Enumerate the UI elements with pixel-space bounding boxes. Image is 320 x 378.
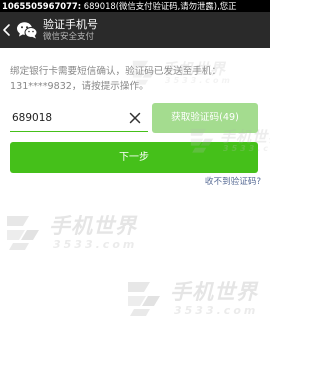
page-subtitle: 微信安全支付 [43,32,95,42]
watermark-subtext: 3533.com [165,76,233,85]
watermark-subtext: 3533.com [223,144,270,153]
watermark-logo-icon [190,128,214,153]
watermark-logo-icon [128,282,160,316]
clear-input-icon[interactable] [129,112,141,124]
watermark-subtext: 3533.com [53,238,138,251]
watermark-text: 手机世界 [49,214,137,238]
sms-message: 689018(微信支付验证码,请勿泄露),您正 [81,1,237,11]
sms-notification-bar[interactable]: 1065505967077: 689018(微信支付验证码,请勿泄露),您正 [0,0,270,12]
watermark-text: 手机世界 [170,280,258,304]
verification-code-field [10,104,148,132]
no-code-link[interactable]: 收不到验证码? [205,177,261,188]
watermark-subtext: 3533.com [174,304,259,317]
watermark-logo-icon [132,60,156,85]
next-step-button[interactable]: 下一步 [10,142,258,173]
back-chevron-icon[interactable] [2,23,12,37]
verification-code-input[interactable] [12,108,122,128]
page-title: 验证手机号 [43,18,98,31]
watermark-logo-icon [7,216,39,250]
sms-sender: 1065505967077: [2,1,82,11]
app-header: 验证手机号 微信安全支付 [0,12,270,48]
wechat-icon [17,22,38,39]
verify-phone-screen: 1065505967077: 689018(微信支付验证码,请勿泄露),您正 验… [0,0,270,378]
